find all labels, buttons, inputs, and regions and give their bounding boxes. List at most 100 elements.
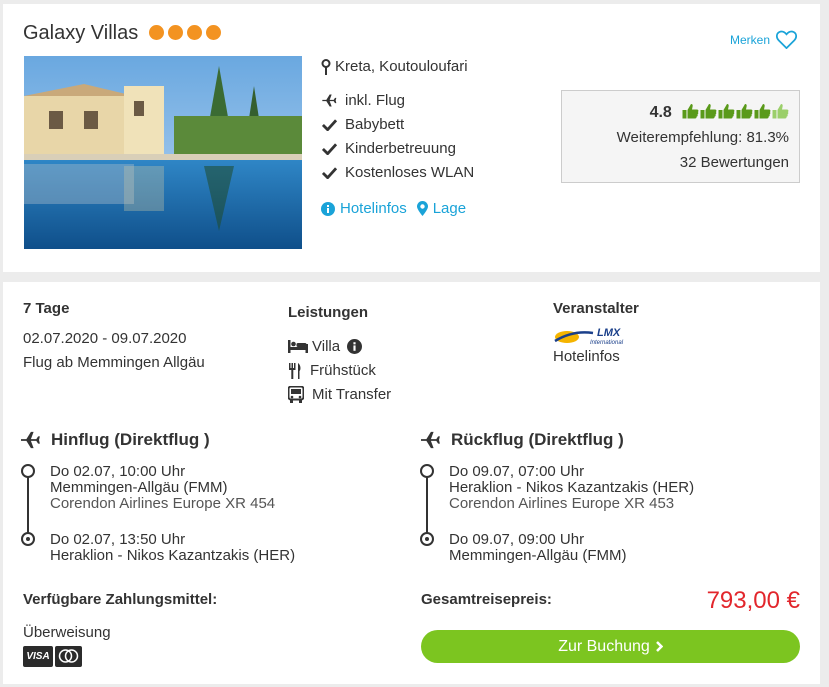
cutlery-icon bbox=[289, 362, 301, 379]
operator-logo[interactable]: LMX International bbox=[553, 324, 631, 346]
outbound-dep-time: Do 02.07, 10:00 Uhr bbox=[50, 463, 186, 480]
feature-label: inkl. Flug bbox=[345, 92, 406, 109]
merken-button[interactable]: Merken bbox=[730, 30, 798, 49]
feature-item: inkl. Flug bbox=[321, 92, 405, 109]
service-item: Frühstück bbox=[288, 362, 376, 379]
offer-card: 7 Tage 02.07.2020 - 09.07.2020 Flug ab M… bbox=[3, 282, 820, 684]
thumb-up-icon bbox=[718, 103, 735, 123]
thumb-up-icon bbox=[700, 103, 717, 123]
feature-item: Kostenloses WLAN bbox=[321, 164, 474, 181]
return-timeline bbox=[426, 475, 428, 538]
lmx-logo-text: LMX bbox=[597, 327, 621, 339]
return-departure: Do 09.07, 07:00 Uhr Heraklion - Nikos Ka… bbox=[449, 464, 694, 512]
bus-icon bbox=[288, 386, 304, 403]
operator-hotelinfos-link[interactable]: Hotelinfos bbox=[553, 348, 620, 365]
total-price-label: Gesamtreisepreis: bbox=[421, 591, 552, 608]
lmx-logo-subtext: International bbox=[590, 340, 624, 346]
service-label: Frühstück bbox=[310, 362, 376, 379]
return-arr-airport: Memmingen-Allgäu (FMM) bbox=[449, 547, 627, 564]
plane-icon bbox=[321, 93, 337, 108]
departure-info: Flug ab Memmingen Allgäu bbox=[23, 354, 205, 371]
return-title-label: Rückflug (Direktflug ) bbox=[451, 430, 624, 449]
visa-icon: VISA bbox=[23, 646, 53, 667]
plane-icon bbox=[21, 431, 40, 449]
hotel-photo[interactable] bbox=[24, 56, 302, 249]
lage-link[interactable]: Lage bbox=[416, 200, 467, 217]
review-count: 32 Bewertungen bbox=[679, 154, 789, 171]
feature-label: Kinderbetreuung bbox=[345, 140, 456, 157]
check-icon bbox=[321, 166, 337, 179]
service-label: Villa bbox=[312, 338, 341, 355]
rating-thumbs bbox=[682, 103, 789, 123]
plane-icon bbox=[421, 431, 440, 449]
feature-label: Babybett bbox=[345, 116, 405, 133]
outbound-flight-title: Hinflug (Direktflug ) bbox=[19, 430, 210, 450]
hotel-stars bbox=[149, 25, 221, 40]
chevron-right-icon bbox=[655, 641, 663, 652]
rating-box[interactable]: 4.8 Weiterempfehlung: 81.3% 32 Bewertung… bbox=[561, 90, 800, 183]
map-pin-icon bbox=[321, 58, 331, 75]
payment-method: Überweisung bbox=[23, 624, 111, 641]
info-icon[interactable] bbox=[347, 339, 363, 354]
thumb-up-icon bbox=[772, 103, 789, 123]
return-airline: Corendon Airlines Europe XR 453 bbox=[449, 495, 675, 512]
book-button-label: Zur Buchung bbox=[558, 637, 650, 655]
thumb-up-icon bbox=[682, 103, 699, 123]
thumb-up-icon bbox=[736, 103, 753, 123]
info-icon bbox=[321, 201, 335, 216]
hotel-photo-image bbox=[24, 56, 302, 249]
travel-dates: 02.07.2020 - 09.07.2020 bbox=[23, 330, 187, 347]
outbound-arr-airport: Heraklion - Nikos Kazantzakis (HER) bbox=[50, 547, 296, 564]
outbound-dep-airport: Memmingen-Allgäu (FMM) bbox=[50, 479, 228, 496]
departure-point-icon bbox=[21, 464, 35, 478]
thumb-up-icon bbox=[754, 103, 771, 123]
feature-item: Kinderbetreuung bbox=[321, 140, 456, 157]
service-label: Mit Transfer bbox=[312, 386, 392, 403]
hotelinfos-label: Hotelinfos bbox=[340, 200, 407, 217]
star-icon bbox=[206, 25, 221, 40]
star-icon bbox=[168, 25, 183, 40]
duration-label: 7 Tage bbox=[23, 300, 70, 317]
heart-icon bbox=[776, 30, 798, 49]
outbound-airline: Corendon Airlines Europe XR 454 bbox=[50, 495, 276, 512]
star-icon bbox=[149, 25, 164, 40]
outbound-title-label: Hinflug (Direktflug ) bbox=[51, 430, 210, 449]
lmx-logo: LMX International bbox=[554, 327, 624, 346]
return-dep-airport: Heraklion - Nikos Kazantzakis (HER) bbox=[449, 479, 695, 496]
departure-point-icon bbox=[420, 464, 434, 478]
arrival-point-icon bbox=[21, 532, 35, 546]
rating-score-row: 4.8 bbox=[650, 103, 789, 123]
operator-title: Veranstalter bbox=[553, 300, 639, 317]
service-item: Villa bbox=[288, 338, 363, 355]
arrival-point-icon bbox=[420, 532, 434, 546]
hotelinfos-link[interactable]: Hotelinfos bbox=[321, 200, 407, 217]
star-icon bbox=[187, 25, 202, 40]
location-label: Kreta, Koutouloufari bbox=[335, 58, 468, 75]
total-price: 793,00 € bbox=[706, 587, 800, 614]
check-icon bbox=[321, 142, 337, 155]
lage-label: Lage bbox=[432, 200, 467, 217]
outbound-arrival: Do 02.07, 13:50 Uhr Heraklion - Nikos Ka… bbox=[50, 532, 295, 564]
recommendation-text: Weiterempfehlung: 81.3% bbox=[616, 129, 789, 146]
check-icon bbox=[321, 118, 337, 131]
payment-cards: VISA bbox=[23, 646, 82, 667]
outbound-departure: Do 02.07, 10:00 Uhr Memmingen-Allgäu (FM… bbox=[50, 464, 275, 512]
return-dep-time: Do 09.07, 07:00 Uhr bbox=[449, 463, 585, 480]
service-item: Mit Transfer bbox=[288, 386, 391, 403]
return-arrival: Do 09.07, 09:00 Uhr Memmingen-Allgäu (FM… bbox=[449, 532, 627, 564]
outbound-timeline bbox=[27, 475, 29, 538]
zur-buchung-button[interactable]: Zur Buchung bbox=[421, 630, 800, 663]
hotel-card: Galaxy Villas Merken Kreta, Koutouloufar… bbox=[3, 4, 820, 272]
feature-item: Babybett bbox=[321, 116, 404, 133]
map-marker-icon bbox=[416, 201, 428, 216]
mastercard-icon bbox=[55, 646, 82, 667]
hotel-name[interactable]: Galaxy Villas bbox=[23, 22, 138, 45]
hotel-location: Kreta, Koutouloufari bbox=[321, 58, 468, 75]
payment-title: Verfügbare Zahlungsmittel: bbox=[23, 591, 218, 608]
merken-label: Merken bbox=[730, 32, 771, 47]
feature-label: Kostenloses WLAN bbox=[345, 164, 475, 181]
return-flight-title: Rückflug (Direktflug ) bbox=[419, 430, 624, 450]
hotel-links: Hotelinfos Lage bbox=[321, 200, 466, 217]
services-title: Leistungen bbox=[288, 304, 369, 321]
return-arr-time: Do 09.07, 09:00 Uhr bbox=[449, 531, 585, 548]
